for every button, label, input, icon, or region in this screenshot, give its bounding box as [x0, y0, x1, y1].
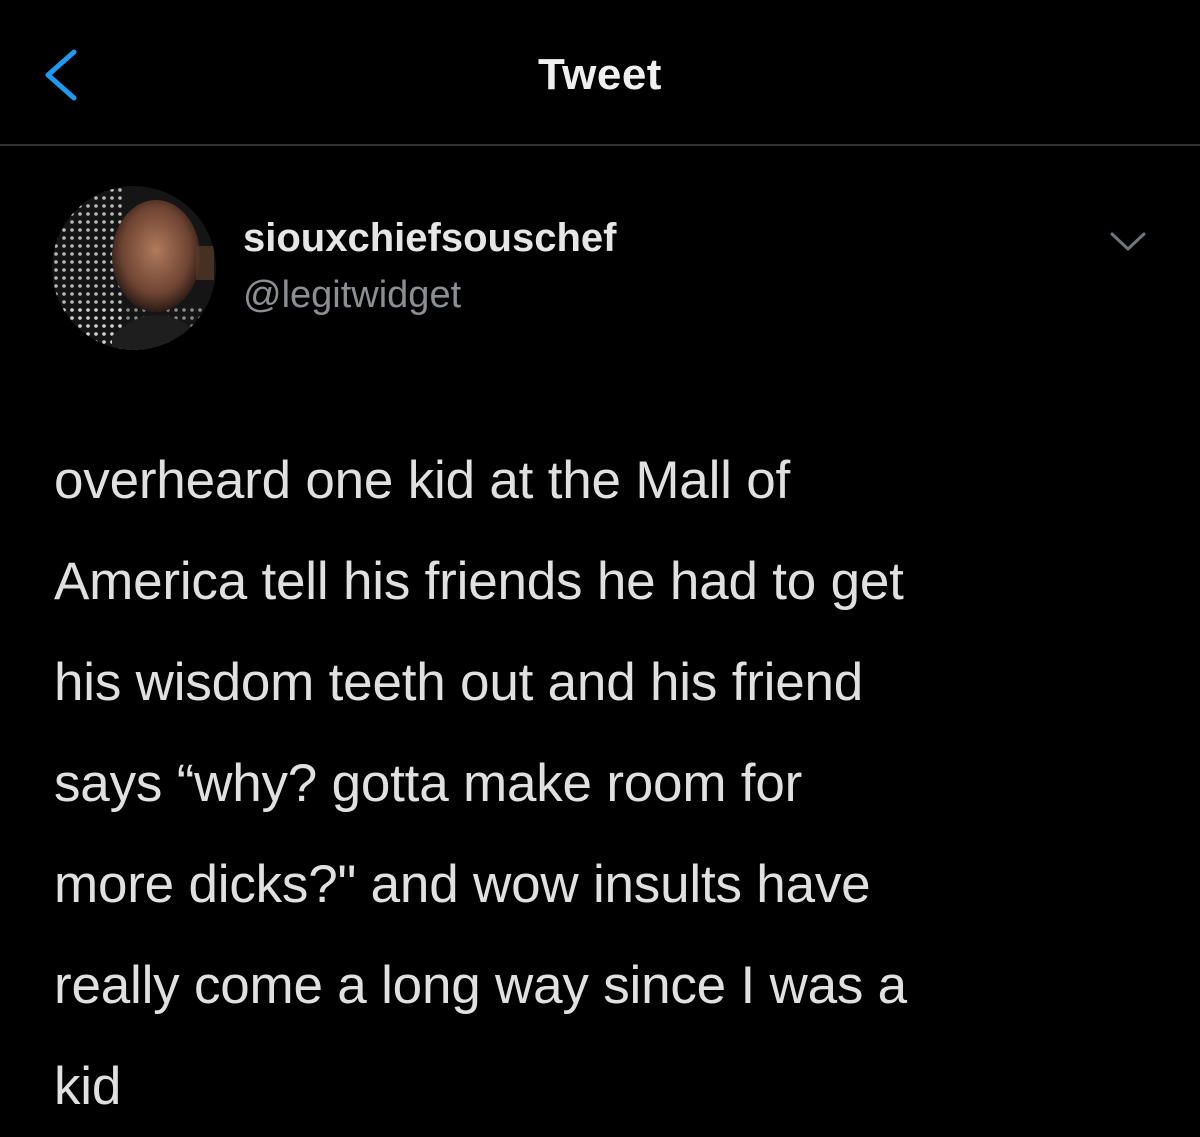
author-handle: @legitwidget [243, 274, 462, 316]
tweet-text: overheard one kid at the Mall of America… [54, 451, 907, 1116]
top-bar: Tweet [0, 0, 1200, 146]
tweet-menu-button[interactable] [1102, 222, 1154, 262]
author-display-name[interactable]: siouxchiefsouschef [243, 216, 616, 261]
chevron-down-icon [1110, 232, 1146, 251]
page-title: Tweet [538, 50, 662, 99]
avatar[interactable] [52, 186, 216, 350]
